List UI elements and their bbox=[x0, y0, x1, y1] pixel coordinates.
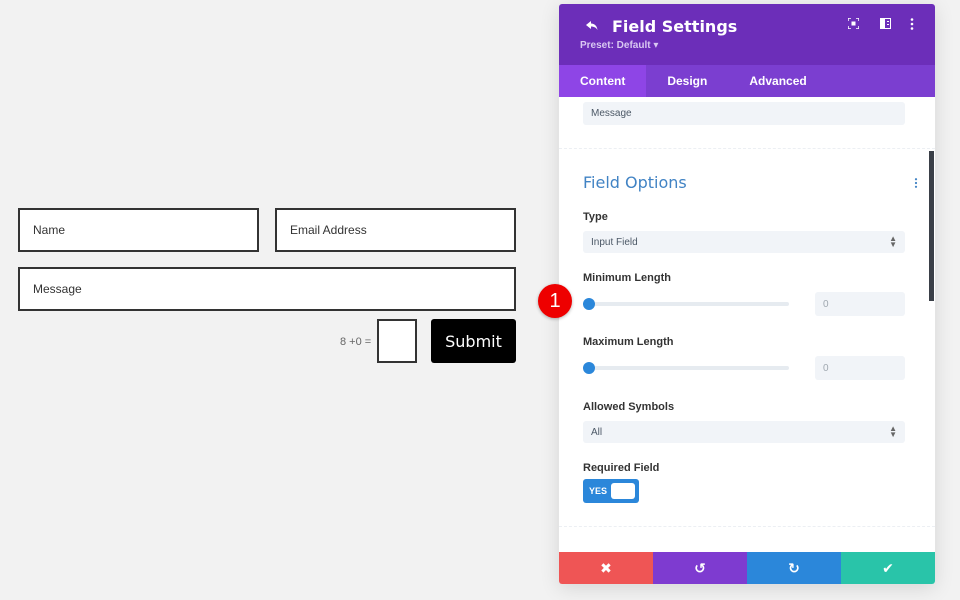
field-id-input[interactable]: Message bbox=[583, 102, 905, 125]
allowed-symbols-value: All bbox=[591, 426, 603, 438]
select-arrows-icon: ▲ ▼ bbox=[889, 234, 897, 249]
email-placeholder: Email Address bbox=[290, 223, 367, 237]
section-options-icon[interactable] bbox=[914, 177, 918, 191]
name-placeholder: Name bbox=[33, 223, 66, 237]
panel-header: Field Settings Preset: Default ▾ bbox=[559, 4, 935, 65]
message-placeholder: Message bbox=[33, 282, 82, 296]
tab-advanced[interactable]: Advanced bbox=[728, 65, 827, 97]
toggle-label: YES bbox=[589, 486, 608, 496]
max-length-input[interactable]: 0 bbox=[815, 356, 905, 380]
redo-button[interactable]: ↻ bbox=[747, 552, 841, 584]
check-icon: ✔ bbox=[882, 559, 894, 576]
tab-design[interactable]: Design bbox=[646, 65, 728, 97]
back-icon[interactable] bbox=[585, 19, 599, 36]
max-length-label: Maximum Length bbox=[583, 336, 674, 348]
allowed-symbols-select[interactable]: All ▲ ▼ bbox=[583, 421, 905, 443]
max-length-slider-thumb[interactable] bbox=[583, 362, 595, 374]
panel-body: Message Field Options Type Input Field ▲… bbox=[559, 97, 935, 552]
redo-icon: ↻ bbox=[788, 559, 800, 576]
type-select[interactable]: Input Field ▲ ▼ bbox=[583, 231, 905, 253]
max-length-slider[interactable] bbox=[583, 362, 789, 374]
annotation-badge: 1 bbox=[538, 284, 572, 318]
panel-title: Field Settings bbox=[612, 17, 738, 36]
divider bbox=[559, 148, 935, 149]
section-title[interactable]: Field Options bbox=[583, 173, 687, 192]
captcha-question: 8 +0 = bbox=[340, 336, 372, 348]
field-settings-panel: Field Settings Preset: Default ▾ Content… bbox=[559, 4, 935, 584]
tab-bar: Content Design Advanced bbox=[559, 65, 935, 97]
min-length-slider-thumb[interactable] bbox=[583, 298, 595, 310]
select-arrows-icon: ▲ ▼ bbox=[889, 424, 897, 439]
panel-footer: ✖ ↺ ↻ ✔ bbox=[559, 552, 935, 584]
captcha-input[interactable] bbox=[377, 319, 417, 363]
required-field-label: Required Field bbox=[583, 462, 660, 474]
sidebar-layout-icon[interactable] bbox=[880, 18, 891, 32]
name-field[interactable]: Name bbox=[18, 208, 259, 252]
min-length-slider[interactable] bbox=[583, 298, 789, 310]
allowed-symbols-label: Allowed Symbols bbox=[583, 401, 675, 413]
divider bbox=[559, 526, 935, 527]
cancel-button[interactable]: ✖ bbox=[559, 552, 653, 584]
submit-button[interactable]: Submit bbox=[431, 319, 516, 363]
more-options-icon[interactable] bbox=[910, 18, 914, 33]
email-field[interactable]: Email Address bbox=[275, 208, 516, 252]
undo-icon: ↺ bbox=[694, 559, 706, 576]
scrollbar[interactable] bbox=[929, 151, 934, 301]
min-length-label: Minimum Length bbox=[583, 272, 671, 284]
tab-content[interactable]: Content bbox=[559, 65, 647, 97]
undo-button[interactable]: ↺ bbox=[653, 552, 747, 584]
min-length-input[interactable]: 0 bbox=[815, 292, 905, 316]
toggle-knob bbox=[611, 483, 635, 499]
expand-icon[interactable] bbox=[847, 17, 860, 32]
close-icon: ✖ bbox=[600, 559, 612, 576]
preset-dropdown[interactable]: Preset: Default ▾ bbox=[580, 40, 658, 51]
type-value: Input Field bbox=[591, 236, 638, 248]
message-field[interactable]: Message bbox=[18, 267, 516, 311]
save-button[interactable]: ✔ bbox=[841, 552, 935, 584]
type-label: Type bbox=[583, 211, 608, 223]
required-field-toggle[interactable]: YES bbox=[583, 479, 639, 503]
